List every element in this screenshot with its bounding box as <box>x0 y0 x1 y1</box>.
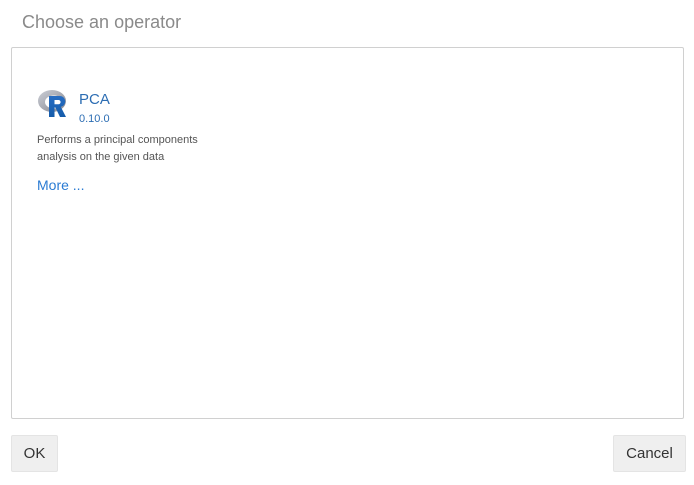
operator-title-block: PCA 0.10.0 <box>79 86 110 126</box>
operator-name[interactable]: PCA <box>79 90 110 110</box>
r-language-icon <box>37 87 71 121</box>
operator-list-panel: PCA 0.10.0 Performs a principal componen… <box>11 47 684 419</box>
more-link[interactable]: More ... <box>37 177 84 193</box>
operator-description: Performs a principal components analysis… <box>37 134 198 163</box>
ok-button[interactable]: OK <box>11 435 58 472</box>
dialog-title: Choose an operator <box>22 12 182 32</box>
operator-version: 0.10.0 <box>79 113 110 125</box>
r-logo-svg <box>38 90 66 117</box>
operator-card-pca[interactable]: PCA 0.10.0 Performs a principal componen… <box>37 86 237 195</box>
choose-operator-dialog: Choose an operator PCA 0.10.0 Performs a… <box>0 0 694 485</box>
operator-header: PCA 0.10.0 <box>37 86 237 126</box>
cancel-button[interactable]: Cancel <box>613 435 686 472</box>
